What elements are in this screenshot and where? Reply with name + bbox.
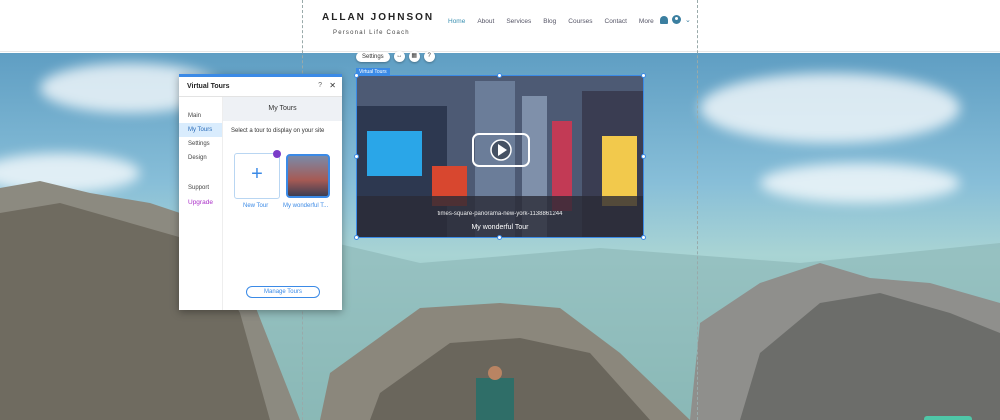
sidebar-item-design[interactable]: Design bbox=[179, 151, 222, 165]
editor-toolbar: Settings ↔ ▦ ? bbox=[356, 51, 435, 62]
nav-item-home[interactable]: Home bbox=[448, 18, 465, 25]
sidebar-item-support[interactable]: Support bbox=[179, 181, 222, 195]
nav-item-services[interactable]: Services bbox=[506, 18, 531, 25]
content-header: My Tours bbox=[223, 97, 342, 121]
tour-thumbnail[interactable] bbox=[286, 154, 330, 198]
resize-handle[interactable] bbox=[354, 73, 359, 78]
user-icon[interactable] bbox=[672, 15, 681, 24]
panel-title: Virtual Tours bbox=[187, 83, 230, 90]
resize-handle[interactable] bbox=[641, 73, 646, 78]
resize-handle[interactable] bbox=[641, 235, 646, 240]
corner-chip[interactable] bbox=[924, 416, 972, 420]
chevron-down-icon[interactable]: ⌄ bbox=[685, 16, 691, 24]
panel-header: Virtual Tours ? ✕ bbox=[179, 77, 342, 97]
sidebar-item-my-tours[interactable]: My Tours bbox=[179, 123, 222, 137]
manage-tours-button[interactable]: Manage Tours bbox=[246, 286, 320, 298]
tour-thumb-label[interactable]: My wonderful T... bbox=[283, 203, 328, 209]
store-icon[interactable]: ▦ bbox=[408, 51, 420, 62]
tour-name: My wonderful Tour bbox=[471, 224, 529, 231]
nav-icons: ⌄ bbox=[660, 15, 691, 24]
sidebar-item-upgrade[interactable]: Upgrade bbox=[179, 195, 222, 210]
tour-widget[interactable]: times-square-panorama-new-york-113886124… bbox=[356, 75, 644, 238]
sidebar-item-main[interactable]: Main bbox=[179, 109, 222, 123]
site-nav: Home About Services Blog Courses Contact… bbox=[448, 18, 654, 25]
new-tour-label[interactable]: New Tour bbox=[243, 203, 268, 209]
nav-item-about[interactable]: About bbox=[477, 18, 494, 25]
tour-url: times-square-panorama-new-york-113886124… bbox=[437, 211, 563, 217]
content-subtitle: Select a tour to display on your site bbox=[231, 128, 325, 134]
nav-item-contact[interactable]: Contact bbox=[605, 18, 627, 25]
close-icon[interactable]: ✕ bbox=[329, 81, 336, 90]
nav-item-blog[interactable]: Blog bbox=[543, 18, 556, 25]
virtual-tours-panel: Virtual Tours ? ✕ Main My Tours Settings… bbox=[179, 74, 342, 310]
nav-item-more[interactable]: More bbox=[639, 18, 654, 25]
site-tagline: Personal Life Coach bbox=[333, 30, 410, 36]
sidebar-item-settings[interactable]: Settings bbox=[179, 137, 222, 151]
premium-badge-icon bbox=[273, 150, 281, 158]
panel-content: My Tours Select a tour to display on you… bbox=[223, 97, 342, 310]
panel-sidebar: Main My Tours Settings Design Support Up… bbox=[179, 97, 223, 310]
settings-button[interactable]: Settings bbox=[356, 51, 390, 62]
nav-item-courses[interactable]: Courses bbox=[568, 18, 592, 25]
plus-icon: + bbox=[251, 163, 263, 185]
help-icon[interactable]: ? bbox=[318, 82, 322, 89]
site-header: ALLAN JOHNSON Personal Life Coach Home A… bbox=[0, 0, 1000, 52]
resize-handle[interactable] bbox=[497, 235, 502, 240]
resize-handle[interactable] bbox=[354, 235, 359, 240]
resize-handle[interactable] bbox=[354, 154, 359, 159]
stretch-icon[interactable]: ↔ bbox=[393, 51, 405, 62]
bell-icon[interactable] bbox=[660, 15, 668, 24]
widget-tag: Virtual Tours bbox=[356, 68, 390, 76]
new-tour-tile[interactable]: + bbox=[234, 153, 280, 199]
resize-handle[interactable] bbox=[497, 73, 502, 78]
help-icon[interactable]: ? bbox=[423, 51, 435, 62]
resize-handle[interactable] bbox=[641, 154, 646, 159]
vr-play-icon[interactable] bbox=[469, 128, 533, 172]
site-brand[interactable]: ALLAN JOHNSON bbox=[322, 12, 434, 23]
layout-guide-right bbox=[697, 0, 698, 420]
